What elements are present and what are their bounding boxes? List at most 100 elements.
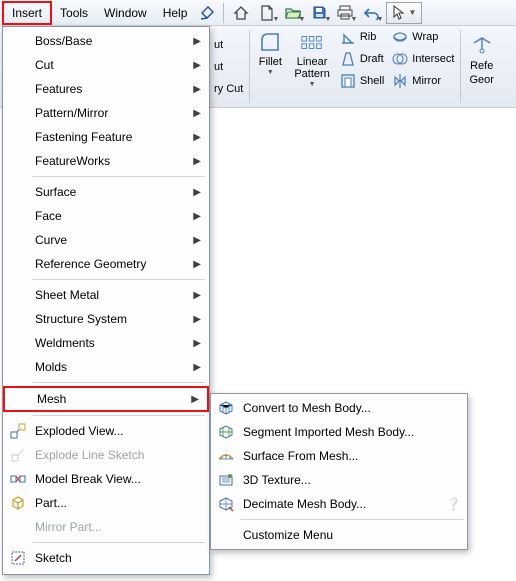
save-icon[interactable]: ▼	[306, 1, 332, 25]
menu-item-weldments[interactable]: Weldments▶	[3, 331, 209, 355]
submenu-item-label: Convert to Mesh Body...	[237, 401, 461, 415]
blank-icon	[9, 388, 31, 410]
menu-item-structure-system[interactable]: Structure System▶	[3, 307, 209, 331]
linear-pattern-icon	[300, 30, 324, 54]
submenu-item-label: Customize Menu	[237, 528, 461, 542]
menu-help[interactable]: Help	[155, 3, 196, 23]
menu-item-boss-base[interactable]: Boss/Base▶	[3, 29, 209, 53]
submenu-arrow-icon: ▶	[193, 362, 203, 373]
menu-item-featureworks[interactable]: FeatureWorks▶	[3, 149, 209, 173]
blank-icon	[7, 150, 29, 172]
blank-icon	[7, 229, 29, 251]
menu-item-fastening-feature[interactable]: Fastening Feature▶	[3, 125, 209, 149]
menu-item-label: Curve	[29, 233, 193, 247]
break-icon	[7, 468, 29, 490]
menu-item-sketch[interactable]: Sketch	[3, 546, 209, 570]
divider	[33, 542, 205, 543]
new-doc-icon[interactable]: ▼	[254, 1, 280, 25]
menu-item-curve[interactable]: Curve▶	[3, 228, 209, 252]
open-icon[interactable]: ▼	[280, 1, 306, 25]
submenu-arrow-icon: ▶	[191, 394, 201, 405]
menu-item-label: Features	[29, 82, 193, 96]
menu-item-label: Face	[29, 209, 193, 223]
draft-button[interactable]: Draft	[336, 48, 388, 70]
menu-item-pattern-mirror[interactable]: Pattern/Mirror▶	[3, 101, 209, 125]
menu-item-cut[interactable]: Cut▶	[3, 53, 209, 77]
blank-icon	[7, 181, 29, 203]
expline-icon	[7, 444, 29, 466]
menu-item-label: Surface	[29, 185, 193, 199]
intersect-icon	[392, 51, 408, 67]
convert-icon	[215, 399, 237, 417]
menu-item-exploded-view[interactable]: Exploded View...	[3, 419, 209, 443]
submenu-item-convert-to-mesh-body[interactable]: Convert to Mesh Body...	[211, 396, 467, 420]
menu-item-label: Weldments	[29, 336, 193, 350]
menu-item-model-break-view[interactable]: Model Break View...	[3, 467, 209, 491]
menu-item-reference-geometry[interactable]: Reference Geometry▶	[3, 252, 209, 276]
menu-window[interactable]: Window	[96, 3, 155, 23]
fillet-icon	[258, 30, 282, 54]
menu-item-label: Structure System	[29, 312, 193, 326]
wrap-button[interactable]: Wrap	[388, 26, 458, 48]
ribbon-partial-cut2[interactable]: ut	[210, 56, 247, 78]
menu-insert[interactable]: Insert	[2, 1, 52, 25]
tex3d-icon	[215, 471, 237, 489]
divider	[241, 519, 463, 520]
submenu-arrow-icon: ▶	[193, 36, 203, 47]
menu-bar: Insert Tools Window Help ▼ ▼ ▼ ▼ ▼ ▼	[0, 0, 516, 26]
menu-item-label: Reference Geometry	[29, 257, 193, 271]
blank-icon	[7, 284, 29, 306]
menu-item-label: Explode Line Sketch	[29, 448, 203, 462]
menu-item-label: Exploded View...	[29, 424, 203, 438]
wrap-icon	[392, 29, 408, 45]
submenu-item-decimate-mesh-body[interactable]: Decimate Mesh Body...❔	[211, 492, 467, 516]
pin-icon[interactable]	[195, 1, 219, 25]
linear-pattern-button[interactable]: Linear Pattern ▼	[288, 26, 335, 107]
undo-icon[interactable]: ▼	[358, 1, 384, 25]
rib-button[interactable]: Rib	[336, 26, 388, 48]
fillet-button[interactable]: Fillet ▼	[252, 26, 288, 107]
decimate-icon	[215, 495, 237, 513]
menu-item-part[interactable]: Part...	[3, 491, 209, 515]
separator	[223, 3, 224, 23]
mirror-button[interactable]: Mirror	[388, 70, 458, 92]
blank-icon	[7, 126, 29, 148]
submenu-arrow-icon: ▶	[193, 60, 203, 71]
blank-icon	[7, 102, 29, 124]
draft-icon	[340, 51, 356, 67]
segment-icon	[215, 423, 237, 441]
shell-button[interactable]: Shell	[336, 70, 388, 92]
menu-item-mesh[interactable]: Mesh▶	[3, 386, 209, 412]
select-cursor-button[interactable]: ▼	[386, 2, 422, 24]
menu-item-mirror-part: Mirror Part...	[3, 515, 209, 539]
menu-item-molds[interactable]: Molds▶	[3, 355, 209, 379]
submenu-arrow-icon: ▶	[193, 314, 203, 325]
submenu-arrow-icon: ▶	[193, 156, 203, 167]
print-icon[interactable]: ▼	[332, 1, 358, 25]
submenu-item-3d-texture[interactable]: 3D Texture...	[211, 468, 467, 492]
ribbon-partial-rycut[interactable]: ry Cut	[210, 78, 247, 100]
submenu-item-surface-from-mesh[interactable]: Surface From Mesh...	[211, 444, 467, 468]
menu-item-label: Part...	[29, 496, 203, 510]
submenu-arrow-icon: ▶	[193, 211, 203, 222]
submenu-item-segment-imported-mesh-body[interactable]: Segment Imported Mesh Body...	[211, 420, 467, 444]
menu-item-label: Cut	[29, 58, 193, 72]
submenu-arrow-icon: ▶	[193, 235, 203, 246]
submenu-arrow-icon: ▶	[193, 187, 203, 198]
menu-item-label: Boss/Base	[29, 34, 193, 48]
menu-tools[interactable]: Tools	[52, 3, 96, 23]
ribbon-partial-cut[interactable]: ut	[210, 34, 247, 56]
mesh-submenu: Convert to Mesh Body... Segment Imported …	[210, 393, 468, 550]
ref-geometry-button[interactable]: Refe Geor	[463, 26, 499, 107]
help-icon[interactable]: ❔	[446, 497, 461, 511]
home-icon[interactable]	[228, 1, 254, 25]
menu-item-sheet-metal[interactable]: Sheet Metal▶	[3, 283, 209, 307]
submenu-arrow-icon: ▶	[193, 108, 203, 119]
intersect-button[interactable]: Intersect	[388, 48, 458, 70]
menu-item-face[interactable]: Face▶	[3, 204, 209, 228]
shell-icon	[340, 73, 356, 89]
submenu-item-customize-menu[interactable]: Customize Menu	[211, 523, 467, 547]
menu-item-surface[interactable]: Surface▶	[3, 180, 209, 204]
menu-item-features[interactable]: Features▶	[3, 77, 209, 101]
divider	[33, 176, 205, 177]
